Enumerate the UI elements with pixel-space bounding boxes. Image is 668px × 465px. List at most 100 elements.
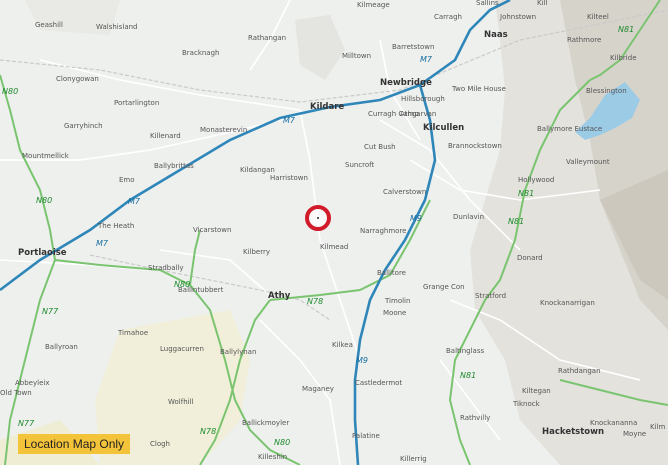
place-label: Knockanarrigan [540, 299, 595, 307]
place-label: Cut Bush [364, 143, 396, 151]
place-label: Kill [537, 0, 548, 7]
place-label: Narraghmore [360, 227, 407, 235]
town-label: Kilcullen [423, 123, 465, 133]
place-label: Kilbride [610, 54, 637, 62]
road-label-m9: M9 [410, 214, 422, 223]
place-label: Baltinglass [446, 347, 485, 355]
location-map-only-badge: Location Map Only [18, 434, 131, 454]
place-label: Suncroft [345, 161, 375, 169]
road-label-n78: N78 [307, 297, 324, 306]
place-label: Grange Con [423, 283, 465, 291]
place-label: Stradbally [148, 264, 184, 272]
place-label: Rathvilly [460, 414, 491, 422]
road-label-m7: M7 [96, 239, 108, 248]
place-label: Old Town [0, 389, 32, 397]
road-label-n81: N81 [518, 189, 535, 198]
place-label: Kilm [650, 423, 666, 431]
place-label: Hollywood [518, 176, 555, 184]
road-label-n80: N80 [274, 438, 291, 447]
road-label-n81: N81 [508, 217, 525, 226]
place-label: Kilkea [332, 341, 353, 349]
place-label: Geashill [35, 21, 63, 29]
road-label-n77: N77 [42, 307, 59, 316]
place-label: Valleymount [566, 158, 610, 166]
map[interactable]: Geashill Walshisland Rathangan Kilmeage … [0, 0, 668, 465]
place-label: Donard [517, 254, 543, 262]
place-label: Two Mile House [452, 85, 506, 93]
map-canvas [0, 0, 668, 465]
town-label: Naas [484, 30, 508, 40]
place-label: Castledermot [355, 379, 403, 387]
place-label: Ballyroan [45, 343, 78, 351]
place-label: Ballymore Eustace [537, 125, 603, 133]
road-label-n80: N80 [2, 87, 19, 96]
town-label: Kildare [310, 102, 345, 112]
place-label: Dunlavin [453, 213, 485, 221]
road-label-n80: N80 [36, 196, 53, 205]
place-label: Killerrig [400, 455, 427, 463]
place-label: Wolfhill [168, 398, 194, 406]
place-label: Kilberry [243, 248, 271, 256]
place-label: Mountmellick [22, 152, 69, 160]
place-label: Hillsborough [401, 95, 445, 103]
place-label: Portarlington [114, 99, 160, 107]
place-label: Milltown [342, 52, 372, 60]
place-label: Clogh [150, 440, 170, 448]
road-label-n80: N80 [174, 280, 191, 289]
place-label: Calverstown [383, 188, 427, 196]
place-label: Moyne [623, 430, 647, 438]
place-label: Ballybrittas [154, 162, 194, 170]
road-label-n78: N78 [200, 427, 217, 436]
road-label-n77: N77 [18, 419, 35, 428]
place-label: The Heath [98, 222, 135, 230]
road-label-m7: M7 [283, 116, 295, 125]
place-label: Carragh [434, 13, 462, 21]
place-label: Knockananna [590, 419, 638, 427]
place-label: Ballylynan [220, 348, 257, 356]
road-label-m7: M7 [128, 197, 140, 206]
place-label: Palatine [352, 432, 380, 440]
location-marker [305, 205, 331, 231]
place-label: Monasterevin [200, 126, 248, 134]
place-label: Killenard [150, 132, 181, 140]
town-label: Athy [268, 291, 291, 301]
place-label: Brannockstown [448, 142, 502, 150]
terrain-relief [0, 0, 668, 465]
place-label: Vicarstown [193, 226, 232, 234]
place-label: Rathangan [248, 34, 287, 42]
place-label: Ballitore [377, 269, 406, 277]
place-label: Sallins [476, 0, 499, 7]
place-label: Rathdangan [558, 367, 601, 375]
place-label: Barretstown [392, 43, 435, 51]
place-label: Abbeyleix [15, 379, 50, 387]
road-label-m9: M9 [356, 356, 368, 365]
place-label: Kilmeage [357, 1, 390, 9]
place-label: Blessington [586, 87, 627, 95]
place-label: Kiltegan [522, 387, 551, 395]
place-label: Timolin [385, 297, 411, 305]
road-label-n81: N81 [618, 25, 635, 34]
place-label: Harristown [270, 174, 308, 182]
place-label: Athgarvan [400, 110, 437, 118]
town-label: Newbridge [380, 78, 432, 88]
place-label: Ballickmoyler [242, 419, 290, 427]
place-label: Timahoe [118, 329, 149, 337]
place-label: Killeshin [258, 453, 288, 461]
place-label: Luggacurren [160, 345, 204, 353]
place-label: Clonygowan [56, 75, 99, 83]
place-label: Walshisland [96, 23, 138, 31]
place-label: Garryhinch [64, 122, 103, 130]
place-label: Maganey [302, 385, 334, 393]
place-label: Tiknock [513, 400, 540, 408]
place-label: Stratford [475, 292, 507, 300]
road-label-n81: N81 [460, 371, 477, 380]
town-label: Hacketstown [542, 427, 605, 437]
place-label: Moone [383, 309, 407, 317]
road-label-m7: M7 [420, 55, 432, 64]
place-label: Emo [119, 176, 135, 184]
place-label: Johnstown [500, 13, 537, 21]
place-label: Rathmore [567, 36, 602, 44]
place-label: Kilteel [587, 13, 609, 21]
place-label: Kildangan [240, 166, 275, 174]
marker-center-dot [317, 217, 319, 219]
